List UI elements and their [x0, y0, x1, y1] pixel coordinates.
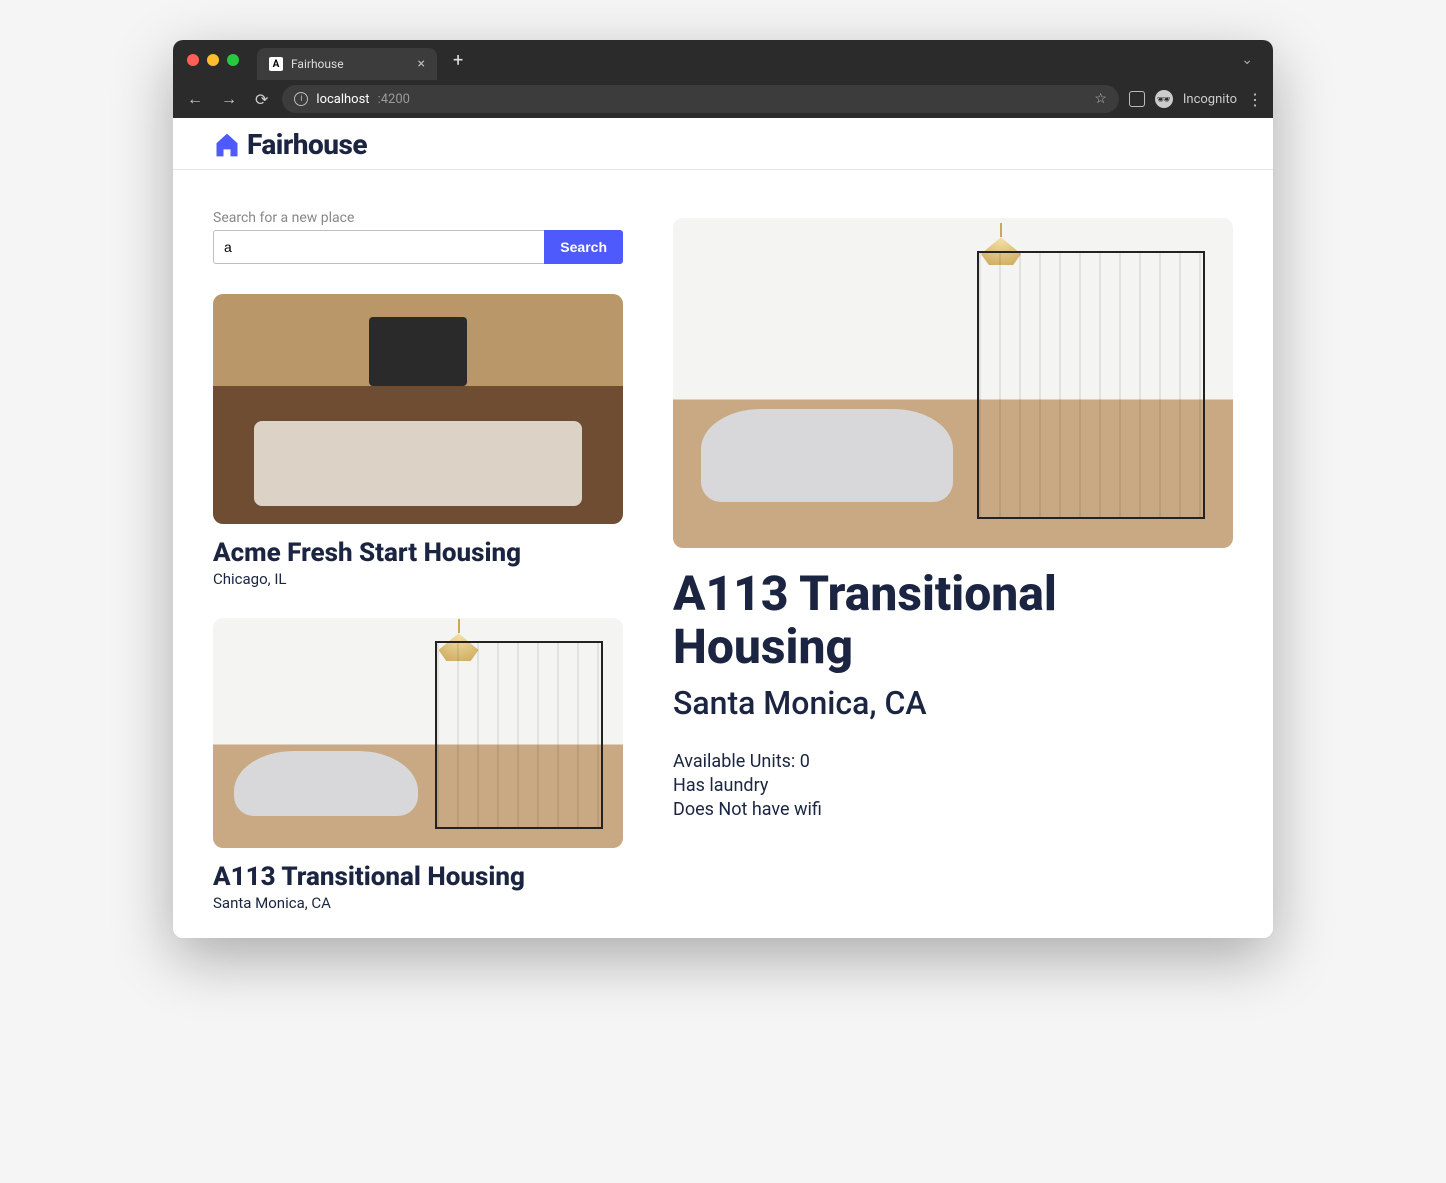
tab-close-icon[interactable]: × [418, 56, 425, 72]
tab-favicon: A [269, 57, 283, 71]
chandelier-icon [981, 231, 1021, 271]
app-header: Fairhouse [173, 118, 1273, 170]
listing-title: Acme Fresh Start Housing [213, 538, 623, 568]
tabs-overflow-icon[interactable]: ⌄ [1235, 52, 1259, 68]
url-host: localhost [316, 92, 369, 107]
available-units-label: Available Units: [673, 751, 800, 772]
detail-panel: A113 Transitional Housing Santa Monica, … [673, 210, 1233, 822]
chandelier-icon [439, 627, 479, 667]
minimize-window-button[interactable] [207, 54, 219, 66]
new-tab-button[interactable]: + [445, 50, 471, 71]
browser-tab[interactable]: A Fairhouse × [257, 48, 437, 80]
listing-image [213, 294, 623, 524]
titlebar: A Fairhouse × + ⌄ [173, 40, 1273, 80]
listing-location: Santa Monica, CA [213, 894, 623, 912]
available-units-row: Available Units: 0 [673, 750, 1233, 774]
listing-card[interactable]: Acme Fresh Start Housing Chicago, IL [213, 294, 623, 588]
search-button[interactable]: Search [544, 230, 623, 264]
detail-image [673, 218, 1233, 548]
listing-title: A113 Transitional Housing [213, 862, 623, 892]
browser-menu-icon[interactable]: ⋮ [1247, 90, 1263, 109]
available-units-value: 0 [800, 751, 810, 772]
wifi-row: Does Not have wifi [673, 798, 1233, 822]
browser-toolbar: ← → ⟳ i localhost :4200 ☆ 🕶 Incognito ⋮ [173, 80, 1273, 118]
app-brand: Fairhouse [247, 128, 367, 161]
window-controls [187, 54, 239, 66]
listings-column: Search for a new place Search Acme Fresh… [213, 210, 623, 912]
search-input[interactable] [213, 230, 544, 264]
page-viewport[interactable]: Fairhouse Search for a new place Search … [173, 118, 1273, 938]
search-form: Search [213, 230, 623, 264]
listing-image [213, 618, 623, 848]
extensions-icon[interactable] [1129, 91, 1145, 107]
detail-location: Santa Monica, CA [673, 684, 1233, 722]
reload-button[interactable]: ⟳ [251, 86, 272, 113]
browser-window: A Fairhouse × + ⌄ ← → ⟳ i localhost :4200… [173, 40, 1273, 938]
forward-button[interactable]: → [217, 85, 241, 113]
close-window-button[interactable] [187, 54, 199, 66]
incognito-icon: 🕶 [1155, 90, 1173, 108]
detail-facts: Available Units: 0 Has laundry Does Not … [673, 750, 1233, 823]
detail-title: A113 Transitional Housing [673, 568, 1233, 674]
bookmark-star-icon[interactable]: ☆ [1094, 91, 1107, 107]
laundry-row: Has laundry [673, 774, 1233, 798]
main-content: Search for a new place Search Acme Fresh… [173, 170, 1273, 932]
listing-location: Chicago, IL [213, 570, 623, 588]
tab-title: Fairhouse [291, 57, 344, 71]
address-bar[interactable]: i localhost :4200 ☆ [282, 85, 1118, 113]
back-button[interactable]: ← [183, 85, 207, 113]
url-port: :4200 [378, 92, 410, 107]
incognito-label: Incognito [1183, 92, 1237, 107]
site-info-icon[interactable]: i [294, 92, 308, 106]
maximize-window-button[interactable] [227, 54, 239, 66]
house-logo-icon [213, 131, 241, 159]
search-label: Search for a new place [213, 210, 623, 226]
listing-card[interactable]: A113 Transitional Housing Santa Monica, … [213, 618, 623, 912]
